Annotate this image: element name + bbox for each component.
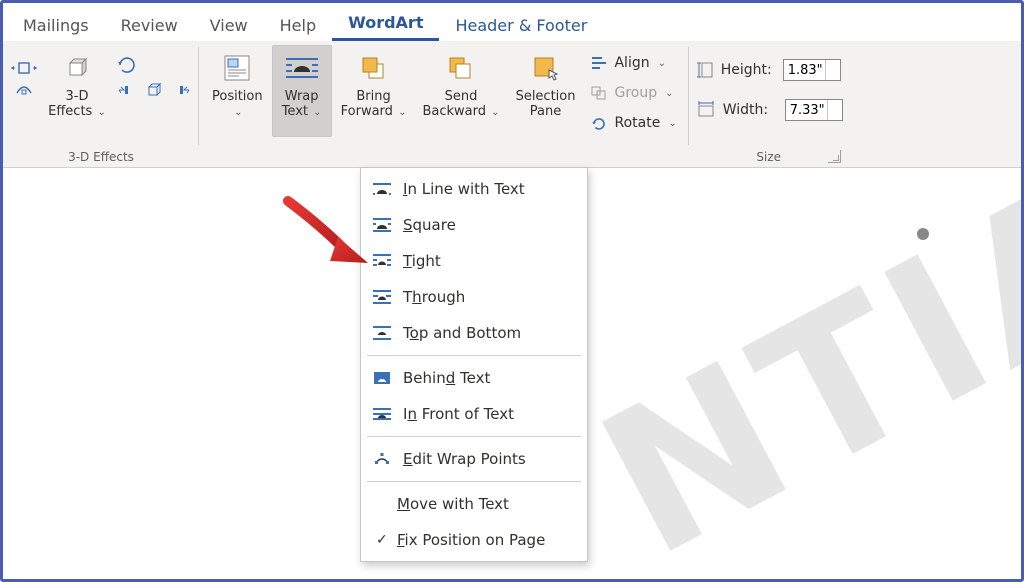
group-3d-effects: 3-D Effects ⌄ [3,41,199,167]
rotate-icon [590,115,608,131]
bring-forward-button[interactable]: Bring Forward ⌄ [334,45,414,137]
menu-square-label: Square [403,216,456,234]
tabs-bar: Mailings Review View Help WordArt Header… [3,3,1021,41]
menu-separator [367,355,581,356]
check-icon: ✓ [376,532,388,548]
top-bottom-icon [371,324,393,342]
selection-handle[interactable] [917,228,929,240]
group-label-3d: 3-D Effects [9,149,193,165]
in-front-icon [371,405,393,423]
position-icon [221,51,253,85]
menu-top-bottom-label: Top and Bottom [403,324,521,342]
tab-mailings[interactable]: Mailings [7,8,105,41]
menu-fix-position[interactable]: ✓ Fix Position on Page [361,522,587,558]
edit-points-icon [371,450,393,468]
menu-edit-points-label: Edit Wrap Points [403,450,526,468]
menu-move-with-label: Move with Text [397,495,509,513]
group-arrange: Position⌄ Wrap Tex [199,41,689,167]
tight-icon [371,252,393,270]
align-icon [590,55,608,71]
flip-horizontal-icon[interactable] [115,79,137,101]
menu-in-line[interactable]: In Line with Text [361,171,587,207]
selection-pane-label: Selection Pane [516,89,576,119]
menu-through-label: Through [403,288,465,306]
tab-wordart[interactable]: WordArt [332,5,439,41]
tab-review[interactable]: Review [105,8,194,41]
height-icon [695,59,715,81]
inline-icon [371,180,393,198]
ribbon: 3-D Effects ⌄ [3,41,1021,168]
through-icon [371,288,393,306]
align-label: Align [614,55,649,71]
wrap-text-icon [282,51,322,85]
tilt-icon[interactable] [9,79,39,97]
position-button[interactable]: Position⌄ [205,45,270,137]
3d-effects-button[interactable]: 3-D Effects ⌄ [41,45,113,137]
cube-icon [60,51,94,85]
menu-in-line-label: In Line with Text [403,180,525,198]
group-size: Height: ▴▾ Width: ▴▾ [689,41,863,167]
3d-effects-label: 3-D Effects [48,89,92,119]
group-label: Group [614,85,657,101]
send-backward-button[interactable]: Send Backward ⌄ [415,45,506,137]
bring-forward-label: Bring Forward [341,89,393,119]
menu-in-front[interactable]: In Front of Text [361,396,587,432]
position-label: Position [212,89,263,104]
selection-pane-button[interactable]: Selection Pane [509,45,583,137]
menu-behind[interactable]: Behind Text [361,360,587,396]
tab-header-footer[interactable]: Header & Footer [439,8,603,41]
menu-move-with-text[interactable]: Move with Text [361,486,587,522]
tab-view[interactable]: View [194,8,264,41]
menu-square[interactable]: Square [361,207,587,243]
group-icon [590,85,608,101]
menu-separator [367,481,581,482]
group-button[interactable]: Group⌄ [584,79,682,107]
width-label: Width: [723,102,779,118]
menu-tight[interactable]: Tight [361,243,587,279]
rotate-label: Rotate [614,115,660,131]
height-label: Height: [721,62,777,78]
flip-vertical-icon[interactable] [171,79,193,101]
watermark-text: NTIAL [567,168,1021,579]
menu-in-front-label: In Front of Text [403,405,514,423]
menu-edit-points[interactable]: Edit Wrap Points [361,441,587,477]
group-label-arrange [205,149,683,165]
menu-fix-position-label: Fix Position on Page [397,531,545,549]
size-dialog-launcher-icon[interactable] [828,150,841,163]
tilt-icon[interactable] [9,59,39,77]
menu-through[interactable]: Through [361,279,587,315]
menu-top-bottom[interactable]: Top and Bottom [361,315,587,351]
bring-forward-icon [357,51,391,85]
send-backward-icon [444,51,478,85]
width-icon [695,100,717,120]
menu-behind-label: Behind Text [403,369,490,387]
menu-separator [367,436,581,437]
cube-small-icon[interactable] [143,79,165,101]
align-button[interactable]: Align⌄ [584,49,682,77]
wrap-text-button[interactable]: Wrap Text ⌄ [272,45,332,137]
rotate-icon[interactable] [115,53,193,77]
behind-icon [371,369,393,387]
selection-pane-icon [529,51,563,85]
send-backward-label: Send Backward [422,89,486,119]
tab-help[interactable]: Help [264,8,332,41]
group-label-size: Size [695,149,843,165]
square-icon [371,216,393,234]
wrap-text-menu: In Line with Text Square Tight Through T… [360,167,588,562]
menu-tight-label: Tight [403,252,441,270]
rotate-button[interactable]: Rotate⌄ [584,109,682,137]
